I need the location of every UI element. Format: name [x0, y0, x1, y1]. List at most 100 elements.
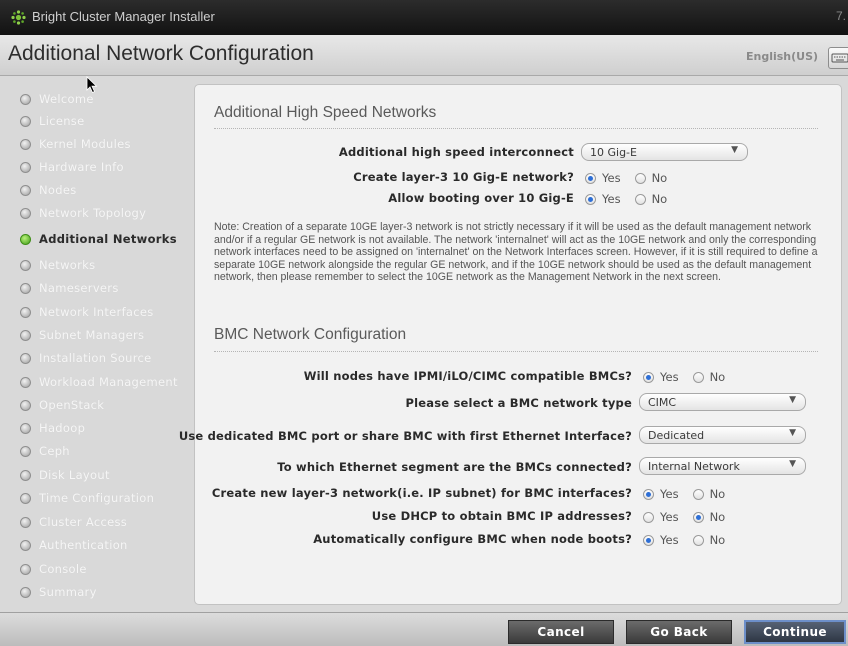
sidebar-item-cluster-access[interactable]: Cluster Access [20, 512, 127, 532]
radio-unselected-icon [643, 511, 654, 523]
sidebar-item-label: Kernel Modules [39, 137, 131, 151]
radio-unselected-icon [692, 534, 704, 546]
section-title-high-speed: Additional High Speed Networks [214, 104, 437, 121]
cancel-button[interactable]: Cancel [508, 620, 614, 644]
sidebar-item-label: Nodes [39, 183, 77, 197]
sidebar-item-openstack[interactable]: OpenStack [20, 395, 104, 415]
bmc-type-select[interactable]: CIMC ▼ [639, 393, 806, 411]
sidebar-item-label: Summary [39, 585, 97, 599]
sidebar-item-label: Installation Source [39, 351, 152, 365]
sidebar-item-label: Networks [39, 258, 96, 272]
boot-10g-yes[interactable]: Yes [585, 192, 621, 206]
main-content-panel [194, 84, 842, 605]
sidebar-item-nodes[interactable]: Nodes [20, 180, 77, 200]
step-status-icon [20, 399, 31, 411]
bmc-autoconf-no[interactable]: No [692, 533, 726, 547]
bmc-type-label: Please select a BMC network type [405, 396, 632, 410]
sidebar-item-ceph[interactable]: Ceph [20, 441, 70, 461]
sidebar-item-disk-layout[interactable]: Disk Layout [20, 465, 110, 485]
bmc-port-select[interactable]: Dedicated ▼ [639, 426, 806, 444]
language-selector[interactable]: English(US) [746, 50, 818, 63]
interconnect-label: Additional high speed interconnect [338, 145, 574, 159]
sidebar-item-subnet-managers[interactable]: Subnet Managers [20, 325, 144, 345]
radio-selected-icon [585, 193, 596, 205]
chevron-down-icon: ▼ [731, 145, 738, 155]
sidebar-item-networks[interactable]: Networks [20, 255, 95, 275]
sidebar-item-label: Network Interfaces [39, 305, 154, 319]
radio-label: No [651, 192, 668, 206]
sidebar-item-summary[interactable]: Summary [20, 582, 97, 602]
sidebar-item-kernel-modules[interactable]: Kernel Modules [20, 134, 131, 154]
bmc-subnet-label: Create new layer-3 network(i.e. IP subne… [211, 486, 632, 500]
boot-10g-label: Allow booting over 10 Gig-E [388, 191, 574, 205]
bmc-dhcp-yes[interactable]: Yes [643, 510, 679, 524]
step-status-icon [20, 469, 31, 481]
window-corner-text: 7. [835, 9, 846, 23]
page-title: Additional Network Configuration [8, 42, 314, 65]
radio-unselected-icon [692, 488, 704, 500]
bmc-subnet-yes[interactable]: Yes [643, 487, 679, 501]
chevron-down-icon: ▼ [789, 395, 796, 405]
window-title-bar: Bright Cluster Manager Installer 7. [0, 0, 848, 35]
sidebar-item-workload-management[interactable]: Workload Management [20, 372, 178, 392]
bmc-dhcp-no[interactable]: No [692, 510, 725, 524]
ten-ge-note: Note: Creation of a separate 10GE layer-… [214, 221, 818, 283]
step-status-icon [20, 93, 31, 105]
radio-selected-icon [643, 371, 654, 383]
radio-unselected-icon [634, 172, 646, 184]
bmc-segment-select[interactable]: Internal Network ▼ [639, 457, 806, 475]
bmc-autoconf-yes[interactable]: Yes [643, 533, 679, 547]
sidebar-item-license[interactable]: License [20, 111, 84, 131]
sidebar-item-label: Additional Networks [39, 232, 177, 246]
create-10g-radio-group: Yes No [585, 170, 681, 186]
sidebar-item-installation-source[interactable]: Installation Source [20, 348, 152, 368]
sidebar-item-authentication[interactable]: Authentication [20, 535, 128, 555]
step-status-icon [20, 352, 31, 364]
sidebar-item-hadoop[interactable]: Hadoop [20, 418, 85, 438]
interconnect-value: 10 Gig-E [590, 146, 637, 159]
keyboard-icon[interactable] [828, 47, 848, 69]
continue-button[interactable]: Continue [744, 620, 846, 644]
sidebar-item-welcome[interactable]: Welcome [20, 89, 94, 109]
sidebar-item-label: Workload Management [39, 375, 178, 389]
bmc-subnet-no[interactable]: No [692, 487, 725, 501]
bright-logo-icon [11, 10, 26, 25]
bmc-dhcp-radio-group: Yes No [643, 509, 739, 525]
radio-label: Yes [660, 370, 679, 384]
bmc-compatible-no[interactable]: No [692, 370, 725, 384]
sidebar-item-console[interactable]: Console [20, 559, 87, 579]
sidebar-item-label: Console [39, 562, 87, 576]
chevron-down-icon: ▼ [789, 428, 796, 438]
bmc-port-value: Dedicated [648, 429, 705, 442]
sidebar-item-label: License [39, 114, 85, 128]
create-10g-yes[interactable]: Yes [585, 171, 621, 185]
step-status-icon [20, 516, 31, 528]
sidebar-item-label: OpenStack [39, 398, 105, 412]
step-status-icon [20, 586, 31, 598]
create-10g-no[interactable]: No [634, 171, 667, 185]
boot-10g-no[interactable]: No [634, 192, 668, 206]
sidebar-item-network-interfaces[interactable]: Network Interfaces [20, 302, 154, 322]
sidebar-item-hardware-info[interactable]: Hardware Info [20, 157, 124, 177]
window-title: Bright Cluster Manager Installer [32, 9, 215, 24]
bmc-port-label: Use dedicated BMC port or share BMC with… [178, 429, 632, 443]
radio-label: No [709, 533, 726, 547]
step-status-icon [20, 138, 31, 150]
page-header: Additional Network Configuration English… [0, 35, 848, 76]
radio-selected-icon [692, 511, 704, 523]
sidebar-item-nameservers[interactable]: Nameservers [20, 278, 119, 298]
radio-label: Yes [660, 533, 679, 547]
bmc-subnet-radio-group: Yes No [643, 486, 739, 502]
sidebar-item-time-configuration[interactable]: Time Configuration [20, 488, 154, 508]
interconnect-select[interactable]: 10 Gig-E ▼ [581, 143, 748, 161]
go-back-button[interactable]: Go Back [626, 620, 732, 644]
sidebar-item-label: Authentication [39, 538, 128, 552]
sidebar-item-additional-networks[interactable]: Additional Networks [20, 229, 177, 249]
footer-bar: Cancel Go Back Continue [0, 612, 848, 646]
bmc-compatible-yes[interactable]: Yes [643, 370, 679, 384]
bmc-compatible-radio-group: Yes No [643, 369, 739, 385]
sidebar-item-network-topology[interactable]: Network Topology [20, 203, 146, 223]
step-status-icon [20, 207, 31, 219]
create-10g-label: Create layer-3 10 Gig-E network? [353, 170, 574, 184]
radio-unselected-icon [692, 371, 704, 383]
